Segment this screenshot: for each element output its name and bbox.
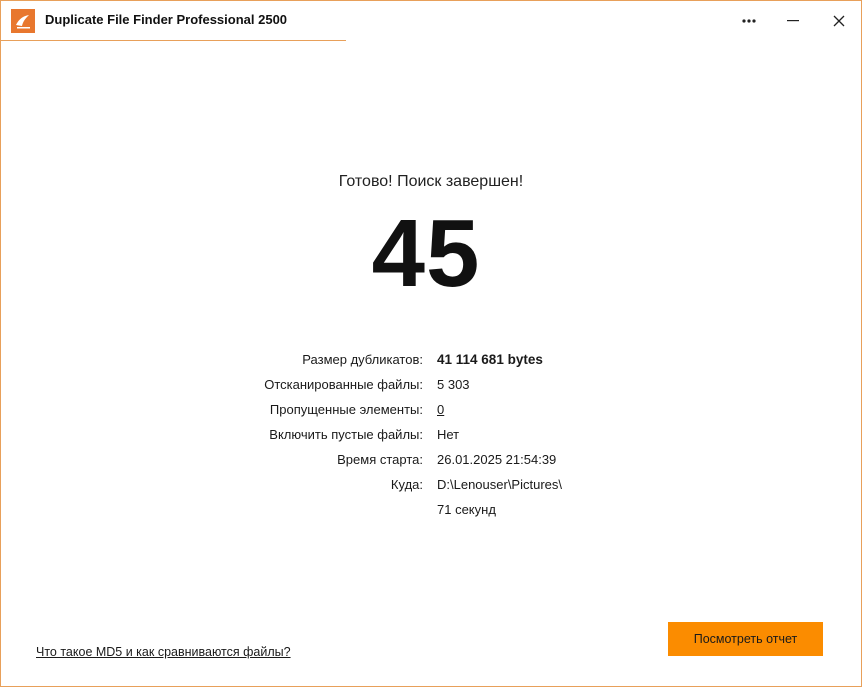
stat-row-skipped-items: Пропущенные элементы: 0 [1, 402, 861, 422]
close-button[interactable] [819, 1, 859, 41]
more-dots-icon [742, 19, 756, 23]
stat-label: Размер дубликатов: [302, 352, 423, 367]
minimize-icon [787, 20, 799, 22]
stat-label: Куда: [390, 477, 423, 492]
stat-value: 71 секунд [437, 502, 496, 517]
stat-row-start-time: Время старта: 26.01.2025 21:54:39 [1, 452, 861, 472]
stat-row-duration: 71 секунд [1, 502, 861, 522]
stat-row-destination: Куда: D:\Lenouser\Pictures\ [1, 477, 861, 497]
window-title: Duplicate File Finder Professional 2500 [45, 12, 288, 27]
skipped-items-link[interactable]: 0 [437, 402, 444, 417]
stat-label: Отсканированные файлы: [264, 377, 423, 392]
app-logo-icon [11, 9, 35, 33]
completion-headline: Готово! Поиск завершен! [338, 173, 524, 190]
duplicate-count: 45 [371, 200, 481, 307]
app-window: Duplicate File Finder Professional 2500 … [0, 0, 862, 687]
stat-value: 5 303 [437, 377, 470, 392]
stat-value: 26.01.2025 21:54:39 [437, 452, 557, 467]
close-icon [833, 15, 845, 27]
stat-label: Время старта: [337, 452, 423, 467]
minimize-button[interactable] [773, 1, 813, 41]
stat-value: 41 114 681 bytes [437, 352, 543, 367]
view-report-button[interactable]: Посмотреть отчет [668, 622, 823, 656]
stat-label: Включить пустые файлы: [269, 427, 423, 442]
stat-row-duplicate-size: Размер дубликатов: 41 114 681 bytes [1, 352, 861, 372]
stat-row-include-empty: Включить пустые файлы: Нет [1, 427, 861, 447]
more-options-button[interactable] [729, 1, 769, 41]
stat-value: Нет [437, 427, 460, 442]
stat-value: D:\Lenouser\Pictures\ [437, 477, 563, 492]
title-underline [1, 40, 346, 41]
md5-help-link[interactable]: Что такое MD5 и как сравниваются файлы? [36, 645, 291, 659]
stat-row-scanned-files: Отсканированные файлы: 5 303 [1, 377, 861, 397]
title-bar: Duplicate File Finder Professional 2500 [1, 1, 861, 41]
stat-label: Пропущенные элементы: [269, 402, 423, 417]
